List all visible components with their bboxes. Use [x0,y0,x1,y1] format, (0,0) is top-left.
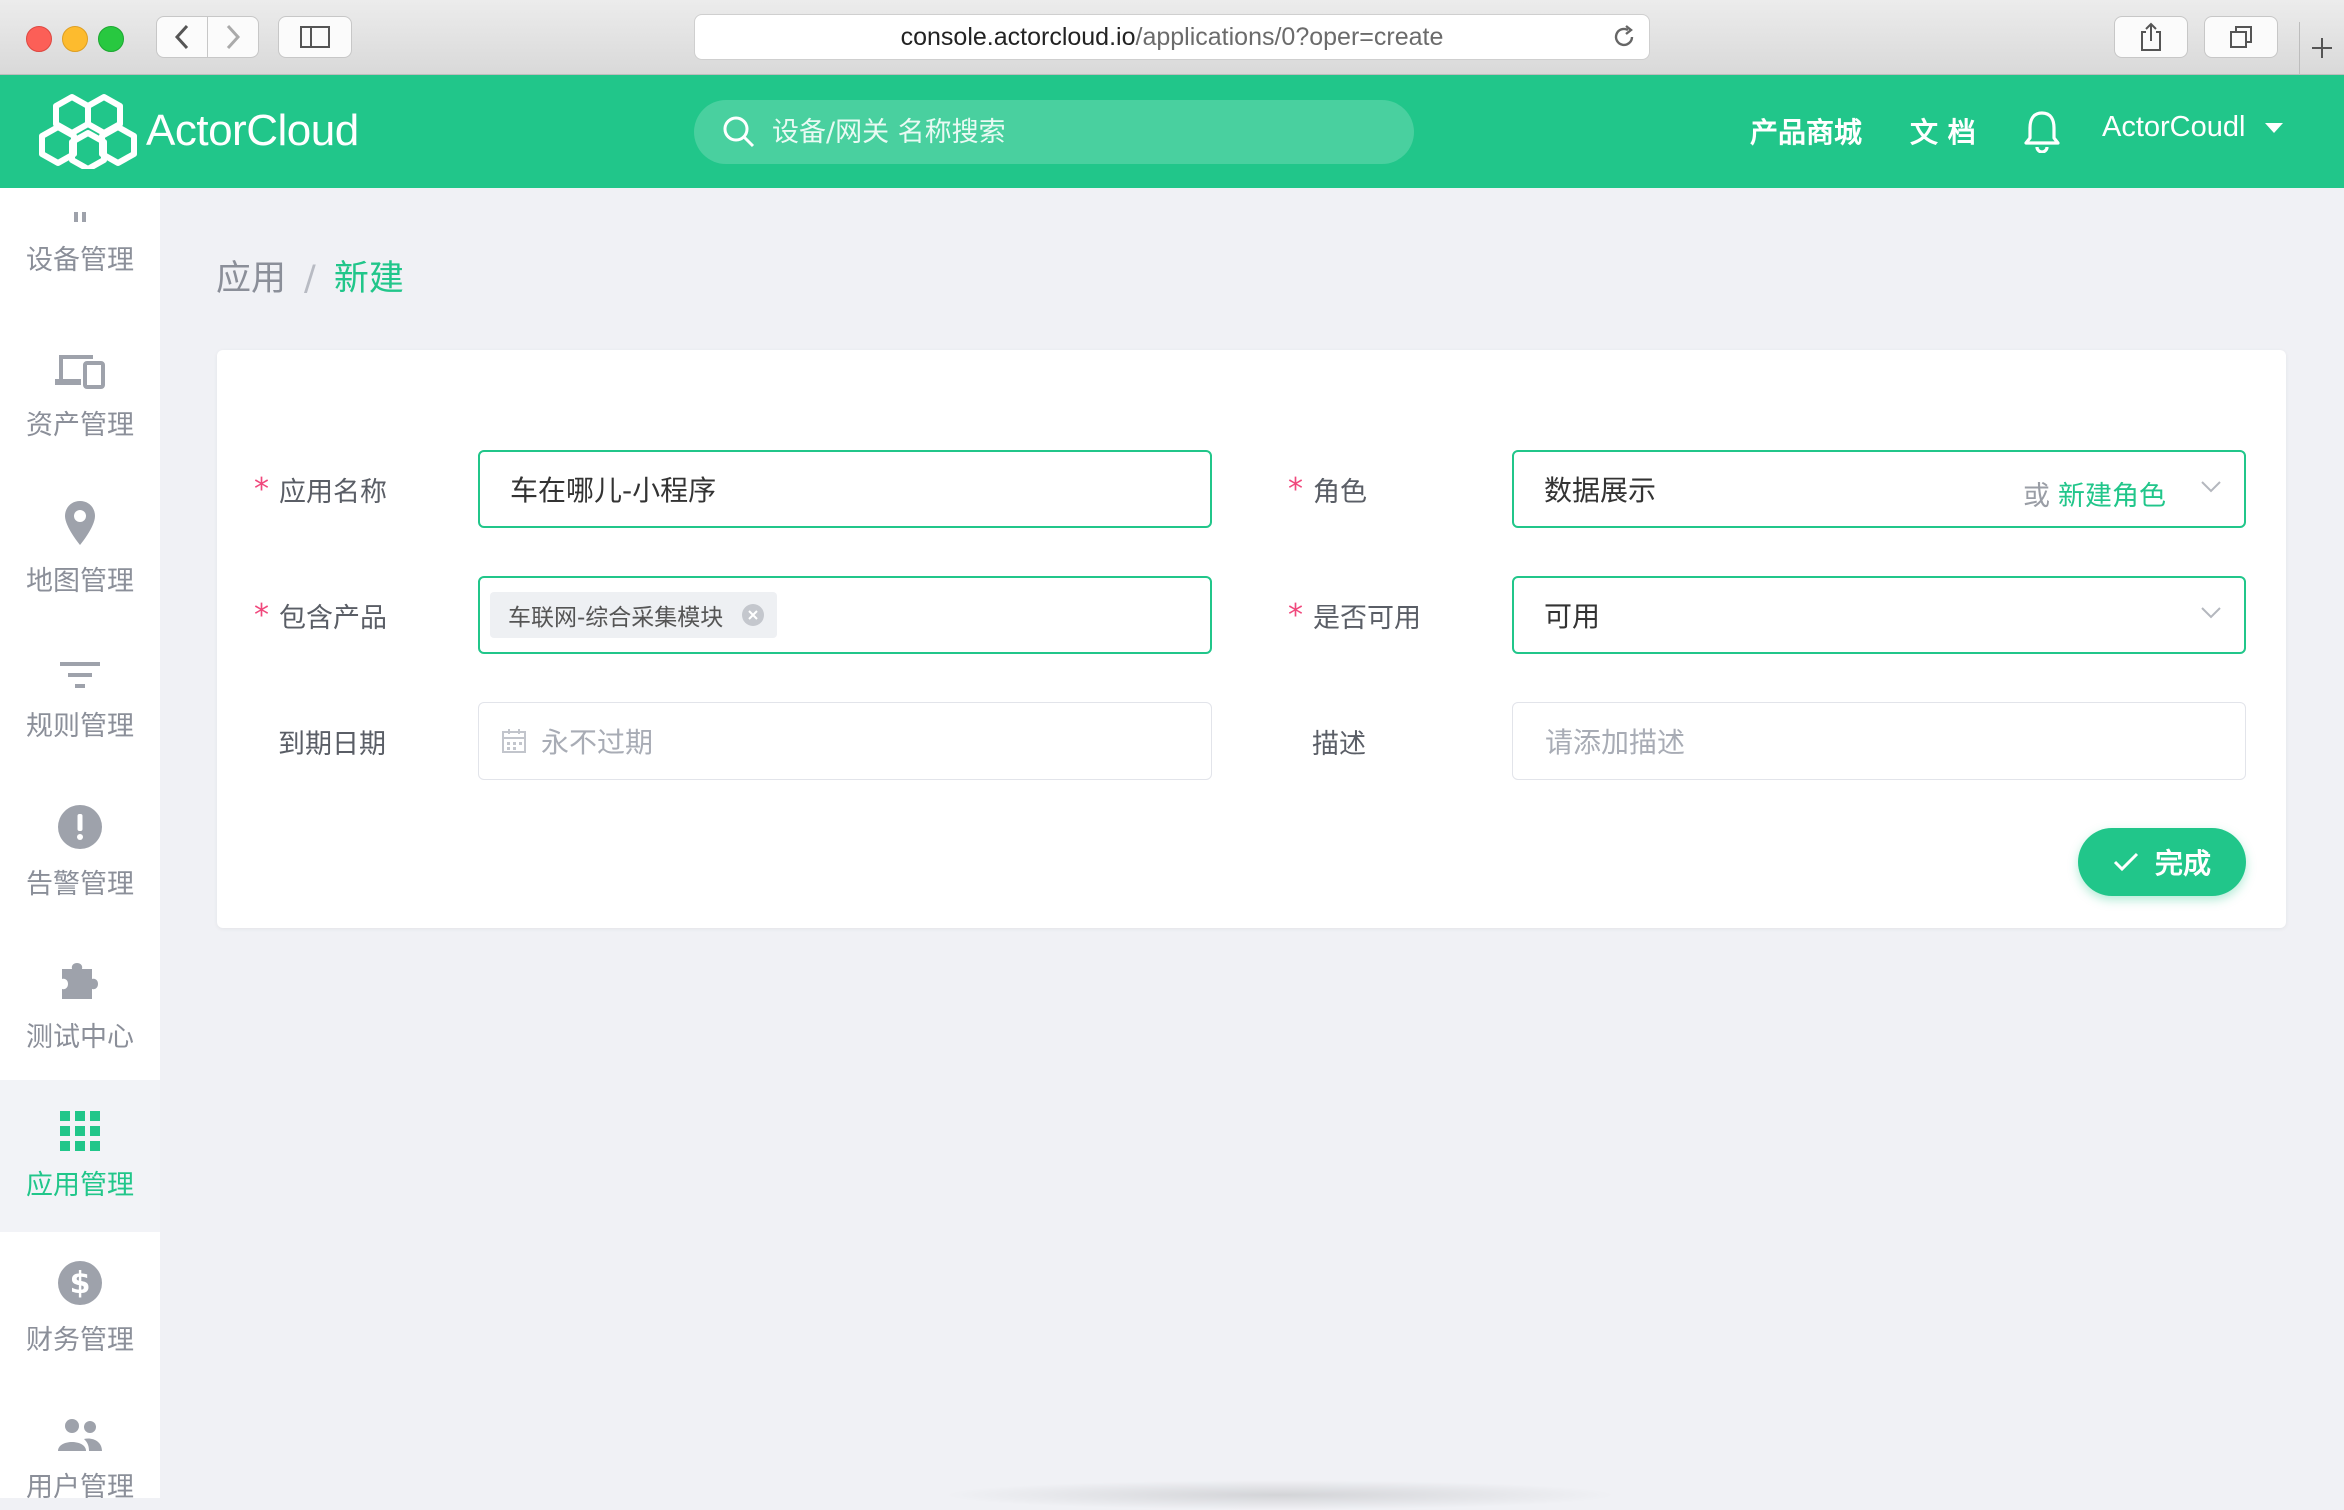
products-select[interactable]: 车联网-综合采集模块 [478,576,1212,654]
grid-icon [60,1110,100,1151]
dollar-icon: $ [58,1260,102,1305]
breadcrumb: 应用 / 新建 [216,250,404,301]
app-name-label: * 应用名称 [254,472,387,508]
reload-icon[interactable] [1611,24,1637,50]
products-label: * 包含产品 [254,598,387,634]
sidebar-item-label: 测试中心 [26,1021,134,1053]
nav-marketplace[interactable]: 产品商城 [1750,111,1862,151]
sidebar-item-label: 地图管理 [26,565,134,597]
device-icon [74,211,86,222]
global-search[interactable] [694,100,1414,164]
role-value: 数据展示 [1544,474,1657,507]
puzzle-icon [62,962,98,999]
product-tag: 车联网-综合采集模块 [490,592,778,638]
calendar-icon [502,729,526,753]
sidebar-item-devices[interactable]: 设备管理 [0,188,160,320]
description-label: 描述 [1312,729,1366,760]
sidebar-item-users[interactable]: 用户管理 [0,1384,160,1498]
breadcrumb-separator: / [304,259,316,299]
sidebar-item-label: 财务管理 [26,1324,134,1356]
map-pin-icon [65,500,95,545]
brand-logo[interactable]: ActorCloud [38,93,359,169]
svg-text:$: $ [70,1266,91,1301]
chevron-down-icon [2201,481,2221,493]
expiry-date-picker[interactable]: 永不过期 [478,702,1212,780]
breadcrumb-parent[interactable]: 应用 [216,259,286,299]
share-button[interactable] [2114,16,2188,58]
expiry-label: 到期日期 [278,729,386,760]
create-role-link-group: 或新建角色 [2023,474,2166,513]
search-icon [723,116,755,148]
back-button[interactable] [156,16,208,58]
minimize-window-button[interactable] [62,26,88,52]
app-name-value: 车在哪儿-小程序 [510,474,717,507]
forward-button[interactable] [207,16,259,58]
footer-shadow [940,1480,1620,1510]
chevron-down-icon [2201,607,2221,619]
description-placeholder: 请添加描述 [1545,726,1686,759]
alert-icon [58,804,102,849]
search-input[interactable] [770,115,1334,149]
create-role-link[interactable]: 新建角色 [2058,481,2166,512]
caret-down-icon [2265,122,2284,133]
sidebar-item-assets[interactable]: 资产管理 [0,320,160,472]
sidebar-toggle-button[interactable] [278,16,352,58]
chevron-right-icon [226,24,241,50]
required-icon: * [1288,472,1303,507]
address-bar[interactable]: console.actorcloud.io/applications/0?ope… [694,14,1650,60]
new-tab-button[interactable] [2299,22,2344,74]
logo-icon [39,94,137,169]
done-button[interactable]: 完成 [2078,828,2246,896]
share-icon [2141,22,2161,51]
sidebar-item-label: 用户管理 [26,1471,134,1499]
browser-chrome: console.actorcloud.io/applications/0?ope… [0,0,2344,75]
sidebar-item-label: 设备管理 [26,244,134,276]
close-window-button[interactable] [26,26,52,52]
role-select[interactable]: 数据展示 或新建角色 [1512,450,2246,528]
required-icon: * [254,472,269,507]
url-host: console.actorcloud.io [900,22,1136,51]
sidebar-item-label: 告警管理 [26,868,134,900]
brand-name: ActorCloud [146,106,359,155]
sidebar-item-rules[interactable]: 规则管理 [0,624,160,776]
sidebar-nav: 设备管理 资产管理 地图管理 规则管理 告警管理 测试中心 应用管理 $ 财务管… [0,188,160,1498]
filter-icon [60,661,100,688]
app-header: ActorCloud 产品商城 文 档 ActorCoudl [0,75,2344,188]
app-name-input[interactable]: 车在哪儿-小程序 [478,450,1212,528]
users-icon [58,1418,102,1451]
chevron-left-icon [174,24,189,50]
sidebar-item-finance[interactable]: $ 财务管理 [0,1232,160,1384]
url-path: /applications/0?oper=create [1135,22,1444,51]
expiry-placeholder: 永不过期 [541,726,654,759]
done-button-label: 完成 [2154,847,2211,880]
sidebar-item-label: 资产管理 [26,409,134,441]
sidebar-item-label: 应用管理 [26,1169,134,1201]
plus-icon [2312,38,2332,58]
user-menu[interactable]: ActorCoudl [2102,111,2284,144]
sidebar-item-map[interactable]: 地图管理 [0,472,160,624]
sidebar-item-label: 规则管理 [26,710,134,742]
required-icon: * [254,598,269,633]
or-text: 或 [2023,481,2050,512]
nav-docs[interactable]: 文 档 [1910,111,1976,151]
user-name: ActorCoudl [2102,111,2246,143]
sidebar-item-test-center[interactable]: 测试中心 [0,928,160,1080]
bell-icon[interactable] [2022,109,2062,153]
role-label: * 角色 [1288,472,1367,508]
sidebar-item-alerts[interactable]: 告警管理 [0,776,160,928]
tabs-overview-button[interactable] [2204,16,2278,58]
description-input[interactable]: 请添加描述 [1512,702,2246,780]
sidebar-icon [300,26,330,48]
breadcrumb-current: 新建 [333,259,404,299]
check-icon [2113,852,2139,872]
sidebar-item-applications[interactable]: 应用管理 [0,1080,160,1232]
required-icon: * [1288,598,1303,633]
availability-value: 可用 [1544,600,1601,633]
availability-select[interactable]: 可用 [1512,576,2246,654]
tabs-icon [2230,26,2252,48]
tag-remove-icon[interactable] [741,603,765,627]
devices-icon [55,354,105,389]
availability-label: * 是否可用 [1288,598,1421,634]
zoom-window-button[interactable] [98,26,124,52]
